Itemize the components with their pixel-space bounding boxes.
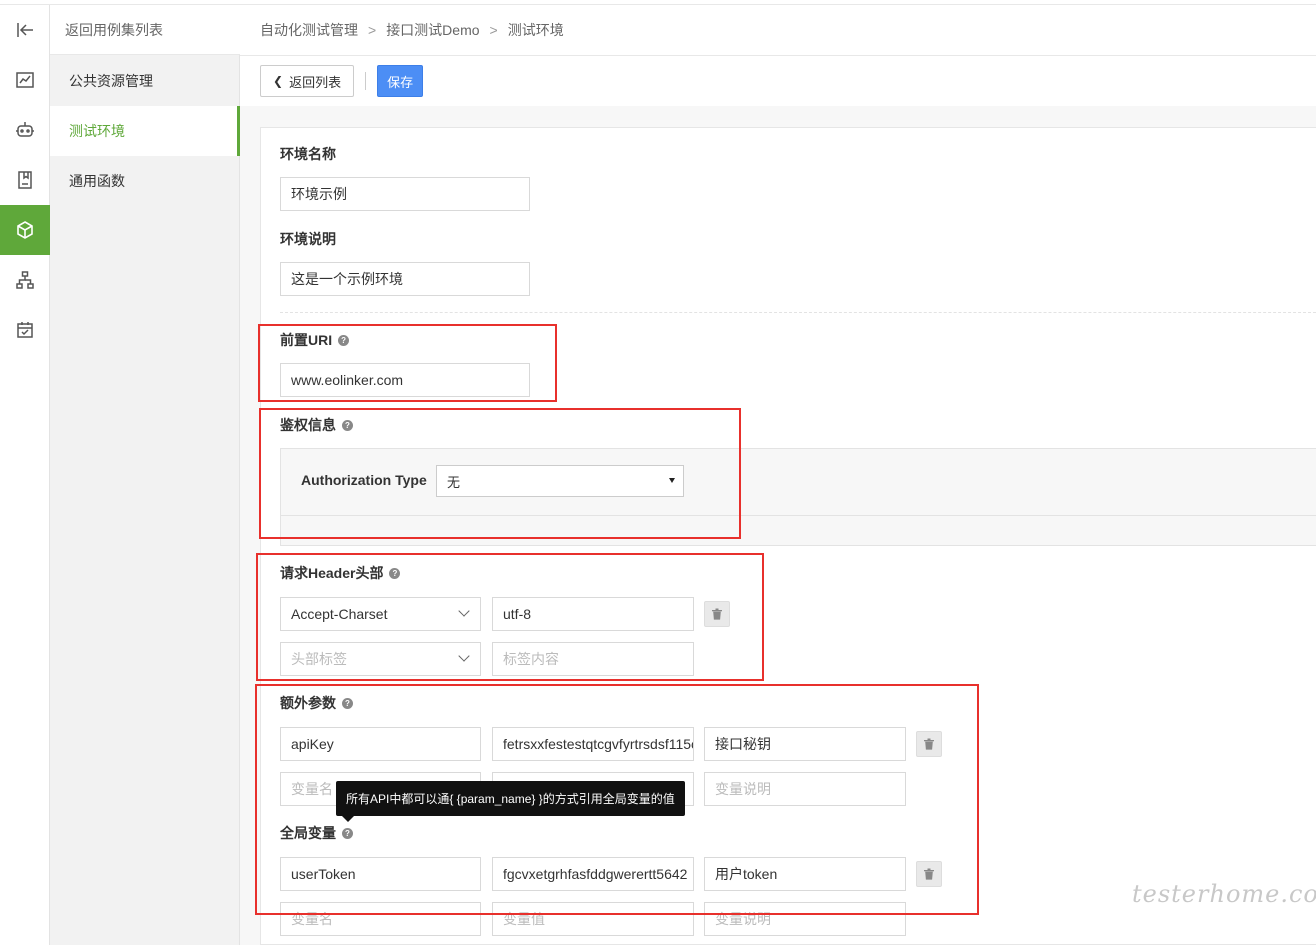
env-name-label: 环境名称 (280, 146, 336, 162)
back-to-list-button[interactable]: ❮ 返回列表 (260, 65, 355, 97)
chart-icon[interactable] (0, 55, 50, 105)
toolbar: ❮ 返回列表 保存 (240, 56, 1316, 106)
robot-icon[interactable] (0, 105, 50, 155)
breadcrumb-item-test-env: 测试环境 (507, 22, 564, 38)
watermark: testerhome.com (1132, 880, 1316, 908)
sidebar-item-test-env[interactable]: 测试环境 (50, 106, 240, 156)
collapse-left-icon[interactable] (0, 5, 50, 55)
breadcrumb-separator: > (368, 22, 377, 38)
breadcrumb: 自动化测试管理 > 接口测试Demo > 测试环境 (240, 5, 1316, 56)
icon-rail (0, 5, 50, 945)
document-icon[interactable] (0, 155, 50, 205)
highlight-box-pre-uri (258, 324, 557, 402)
cube-icon[interactable] (0, 205, 50, 255)
env-name-input[interactable]: 环境示例 (280, 177, 530, 211)
breadcrumb-item-demo[interactable]: 接口测试Demo (386, 20, 479, 40)
chevron-left-icon: ❮ (273, 74, 284, 88)
sitemap-icon[interactable] (0, 255, 50, 305)
back-to-list-label: 返回列表 (289, 74, 342, 90)
section-divider (280, 312, 1316, 313)
env-desc-label: 环境说明 (280, 231, 336, 247)
highlight-box-auth (259, 408, 741, 539)
sidebar-item-public-resources[interactable]: 公共资源管理 (50, 56, 240, 106)
secondary-sidebar: 返回用例集列表 公共资源管理 测试环境 通用函数 (50, 5, 240, 945)
save-button[interactable]: 保存 (377, 65, 424, 97)
sidebar-item-common-functions[interactable]: 通用函数 (50, 156, 240, 206)
breadcrumb-separator: > (489, 22, 498, 38)
toolbar-divider (365, 72, 367, 90)
calendar-icon[interactable] (0, 305, 50, 355)
app-root: 返回用例集列表 公共资源管理 测试环境 通用函数 自动化测试管理 > 接口测试D… (0, 0, 1316, 945)
highlight-box-params (255, 684, 979, 915)
breadcrumb-item-auto-test[interactable]: 自动化测试管理 (260, 20, 358, 40)
env-desc-input[interactable]: 这是一个示例环境 (280, 262, 530, 296)
back-to-case-list[interactable]: 返回用例集列表 (50, 5, 240, 55)
highlight-box-headers (256, 553, 764, 681)
